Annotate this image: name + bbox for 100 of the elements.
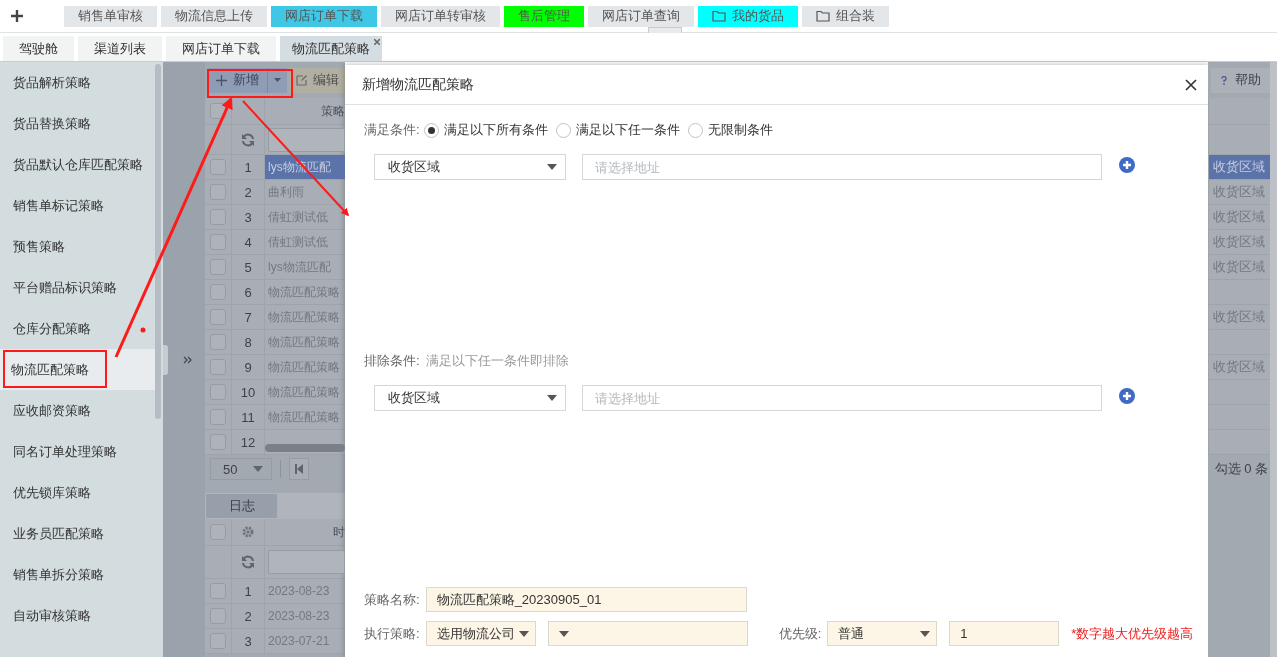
address-field[interactable]: 请选择地址 (582, 154, 1102, 180)
checkbox[interactable] (210, 524, 226, 540)
menu-item[interactable]: 平台赠品标识策略 (0, 267, 155, 308)
checkbox[interactable] (210, 384, 226, 400)
shortcut-button[interactable]: 网店订单下载 (271, 5, 377, 27)
shortcut-button[interactable]: 物流信息上传 (161, 5, 267, 27)
note-text: *数字越大优先级越高 (1071, 624, 1194, 643)
shortcut-button[interactable]: 销售单审核 (64, 5, 157, 27)
carrier-select[interactable] (547, 621, 748, 646)
shortcut-button[interactable]: 售后管理 (504, 5, 584, 27)
checkbox[interactable] (210, 608, 226, 624)
folder-icon (816, 10, 830, 22)
shortcut-button[interactable]: 我的货品 (698, 5, 798, 27)
scrollbar[interactable] (155, 62, 163, 657)
caret-icon (253, 466, 263, 472)
menu-item[interactable]: 优先锁库策略 (0, 472, 155, 513)
row-number: 11 (232, 405, 265, 429)
add-icon[interactable] (1119, 388, 1135, 404)
checkbox[interactable] (210, 309, 226, 325)
checkbox[interactable] (210, 184, 226, 200)
checkbox[interactable] (210, 434, 226, 450)
radio-button[interactable] (555, 122, 571, 138)
menu-item[interactable]: 物流匹配策略 (0, 349, 155, 390)
menu-item[interactable]: 货品默认仓库匹配策略 (0, 144, 155, 185)
scrollbar[interactable] (265, 444, 345, 452)
row-number: 4 (232, 230, 265, 254)
refresh-icon[interactable] (241, 555, 255, 569)
checkbox[interactable] (210, 359, 226, 375)
shortcut-button[interactable]: 网店订单查询 (588, 5, 694, 27)
tab[interactable]: 渠道列表 (78, 36, 162, 61)
filter-field[interactable] (268, 550, 345, 574)
checkbox[interactable] (210, 234, 226, 250)
radio-option[interactable]: 满足以下所有条件 (423, 121, 548, 139)
menu-item[interactable]: 货品解析策略 (0, 62, 155, 103)
expand-icon[interactable] (183, 355, 193, 364)
tab[interactable]: 驾驶舱 (3, 36, 74, 61)
name-field[interactable]: 物流匹配策略_20230905_01 (425, 587, 747, 612)
field-label: 策略名称: (364, 590, 420, 609)
selection-count: 勾选 0 条 (1214, 460, 1268, 478)
dropdown-button[interactable] (267, 67, 287, 93)
filter-field[interactable] (268, 127, 345, 152)
row-number: 9 (232, 355, 265, 379)
gear-icon[interactable] (242, 526, 254, 538)
menu-item[interactable]: 自动审核策略 (0, 595, 155, 636)
checkbox[interactable] (210, 259, 226, 275)
column-header[interactable]: 策略 (265, 98, 345, 124)
pull-tab[interactable] (648, 27, 682, 33)
menu-item[interactable]: 销售单拆分策略 (0, 554, 155, 595)
checkbox[interactable] (210, 583, 226, 599)
radio-label[interactable]: 无限制条件 (707, 121, 773, 139)
radio-button[interactable] (687, 122, 703, 138)
address-field[interactable]: 请选择地址 (582, 385, 1102, 411)
shortcut-button[interactable]: 网店订单转审核 (381, 5, 500, 27)
menu-item[interactable]: 业务员匹配策略 (0, 513, 155, 554)
checkbox[interactable] (210, 284, 226, 300)
radio-option[interactable]: 无限制条件 (687, 121, 773, 139)
edit-icon (296, 74, 308, 86)
priority-field[interactable]: 1 (949, 621, 1060, 646)
tab[interactable]: 网店订单下载 (166, 36, 276, 61)
checkbox[interactable] (210, 633, 226, 649)
region-select[interactable]: 收货区域 (374, 385, 566, 411)
radio-label[interactable]: 满足以下任一条件 (575, 121, 680, 139)
column-header[interactable]: 时 (265, 519, 345, 545)
row-number: 10 (232, 380, 265, 404)
priority-select[interactable]: 普通 (827, 621, 938, 646)
dialog-title: 新增物流匹配策略 (362, 75, 474, 94)
checkbox[interactable] (210, 209, 226, 225)
radio-option[interactable]: 满足以下任一条件 (555, 121, 680, 139)
radio-button[interactable] (423, 122, 439, 138)
close-icon[interactable] (1185, 78, 1197, 91)
checkbox[interactable] (210, 409, 226, 425)
edit-button[interactable]: 编辑 (290, 67, 345, 93)
field-label: 优先级: (778, 624, 822, 643)
first-page-icon (295, 464, 303, 474)
add-icon[interactable] (11, 10, 23, 22)
region-select[interactable]: 收货区域 (374, 154, 566, 180)
collapse-handle[interactable] (163, 344, 168, 375)
menu-item[interactable]: 仓库分配策略 (0, 308, 155, 349)
row-number: 3 (232, 629, 265, 653)
tab[interactable]: 日志 (206, 494, 277, 518)
first-page-button[interactable] (289, 458, 309, 480)
add-icon[interactable] (1119, 157, 1135, 173)
radio-label[interactable]: 满足以下所有条件 (443, 121, 548, 139)
tab[interactable]: 物流匹配策略 (280, 36, 382, 61)
menu-item[interactable]: 销售单标记策略 (0, 185, 155, 226)
menu-item[interactable]: 货品替换策略 (0, 103, 155, 144)
refresh-icon[interactable] (241, 132, 255, 147)
menu-item[interactable]: 预售策略 (0, 226, 155, 267)
caret-icon (920, 630, 931, 637)
menu-item[interactable]: 同名订单处理策略 (0, 431, 155, 472)
checkbox[interactable] (210, 159, 226, 175)
checkbox[interactable] (210, 334, 226, 350)
folder-icon (712, 10, 726, 22)
strategy-select[interactable]: 选用物流公司 (425, 621, 536, 646)
caret-icon (558, 630, 569, 637)
help-button[interactable]: 帮助 (1211, 67, 1270, 93)
page-size-select[interactable]: 50 (210, 458, 272, 480)
row-number: 6 (232, 280, 265, 304)
menu-item[interactable]: 应收邮资策略 (0, 390, 155, 431)
shortcut-button[interactable]: 组合装 (802, 5, 889, 27)
